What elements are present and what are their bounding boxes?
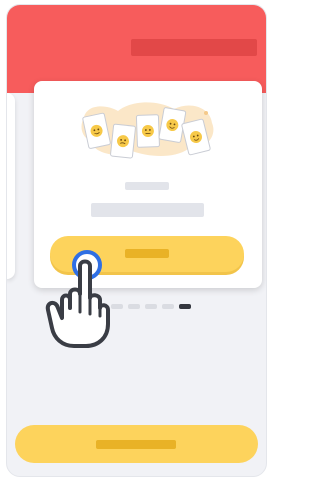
phone-screen	[6, 4, 267, 477]
pointing-hand-icon	[45, 259, 110, 348]
button-label-placeholder	[125, 249, 169, 258]
bottom-continue-button[interactable]	[15, 425, 258, 463]
pagination-dot[interactable]	[162, 304, 174, 309]
previous-card-peek[interactable]	[7, 93, 15, 279]
pagination-dot[interactable]	[111, 304, 123, 309]
header-title-placeholder	[131, 39, 257, 56]
pagination-dot-active[interactable]	[179, 304, 191, 309]
pagination-dot[interactable]	[128, 304, 140, 309]
header-band	[7, 5, 266, 93]
emoji-cards-illustration	[81, 102, 214, 159]
card-title-placeholder	[91, 203, 204, 217]
card-subtitle-placeholder	[125, 182, 169, 190]
pagination-dot[interactable]	[145, 304, 157, 309]
button-label-placeholder	[96, 440, 176, 449]
